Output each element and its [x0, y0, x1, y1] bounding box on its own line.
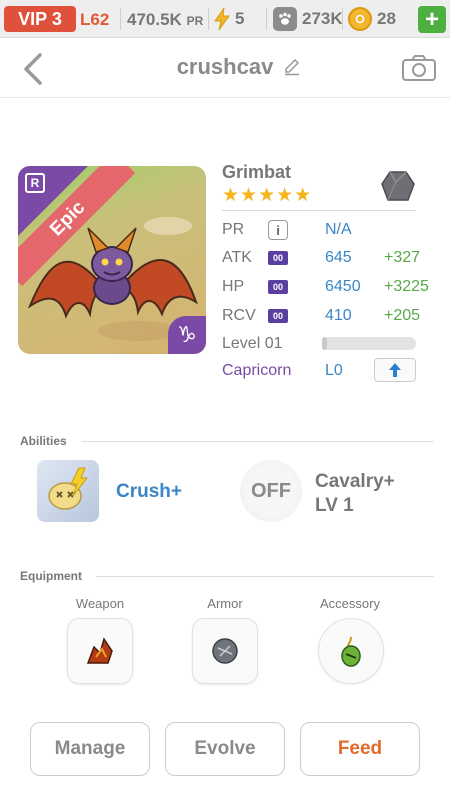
stat-tag: 00: [268, 251, 288, 265]
equipment-heading: Equipment: [20, 569, 82, 583]
player-level: L62: [80, 10, 110, 29]
rank-badge: R: [25, 173, 45, 193]
accessory-label: Accessory: [320, 596, 380, 611]
evolve-button[interactable]: Evolve: [165, 722, 285, 776]
weapon-label: Weapon: [75, 596, 125, 611]
stat-bonus: +327: [384, 249, 421, 266]
weapon-icon: [86, 637, 113, 664]
armor-slot[interactable]: [192, 618, 258, 684]
divider: [96, 576, 434, 577]
ability-name[interactable]: Crush+: [116, 481, 182, 503]
crush-ability-icon[interactable]: [37, 460, 99, 522]
ability-name-line: Cavalry+: [315, 471, 395, 492]
accessory-icon: [341, 636, 361, 667]
weapon-slot[interactable]: [67, 618, 133, 684]
monster-portrait[interactable]: Epic R ♑: [18, 166, 206, 354]
energy-counter[interactable]: 5: [213, 6, 263, 32]
divider: [208, 8, 209, 30]
accessory-slot[interactable]: [318, 618, 384, 684]
paw-icon: [273, 7, 297, 31]
stat-label: RCV: [222, 307, 256, 324]
pencil-icon[interactable]: [283, 58, 301, 76]
stat-tag: 00: [268, 309, 288, 323]
stat-row-hp: HP 00 6450 +3225: [222, 275, 432, 299]
ability-status: OFF: [251, 479, 291, 502]
power-value: 470.5K: [127, 10, 182, 29]
status-bar: VIP 3 L62 470.5K PR 5 273K 28 +: [0, 0, 450, 38]
cavalry-ability-icon[interactable]: OFF: [240, 460, 302, 522]
level-progress-fill: [322, 337, 327, 350]
paw-counter[interactable]: 273K: [273, 7, 343, 31]
stat-value: N/A: [325, 221, 352, 238]
armor-label: Armor: [207, 596, 243, 611]
stat-label: ATK: [222, 249, 252, 266]
add-currency-button[interactable]: +: [418, 6, 446, 33]
page-title: crushcav: [176, 54, 274, 79]
capricorn-icon: ♑: [168, 316, 206, 354]
coin-counter[interactable]: 28: [348, 7, 396, 31]
divider: [266, 8, 267, 30]
stat-value: 645: [325, 249, 352, 266]
abilities-heading: Abilities: [20, 434, 67, 448]
coin-icon: [348, 7, 372, 31]
coin-value: 28: [377, 9, 396, 28]
manage-button[interactable]: Manage: [30, 722, 150, 776]
ability-name[interactable]: Cavalry+ LV 1: [315, 470, 395, 518]
stat-value: 410: [325, 307, 352, 324]
divider: [222, 210, 416, 211]
camera-icon[interactable]: [401, 54, 437, 82]
stat-tag: 00: [268, 280, 288, 294]
divider: [82, 441, 434, 442]
stat-bonus: +205: [384, 307, 421, 324]
ability-level: LV 1: [315, 495, 354, 516]
divider: [342, 8, 343, 30]
divider: [120, 8, 121, 30]
zodiac-level: L0: [325, 362, 343, 379]
star-rating: ★★★★★: [222, 185, 313, 206]
energy-value: 5: [235, 9, 245, 28]
power-unit: PR: [186, 14, 204, 28]
stat-label: PR: [222, 221, 245, 238]
info-icon[interactable]: i: [268, 220, 288, 240]
stat-row-pr: PR i N/A: [222, 218, 432, 242]
feed-button[interactable]: Feed: [300, 722, 420, 776]
zodiac-name: Capricorn: [222, 362, 292, 379]
monster-name: Grimbat: [222, 162, 292, 182]
element-stone-icon[interactable]: [380, 168, 416, 204]
paw-value: 273K: [302, 9, 343, 28]
page-header: crushcav: [0, 38, 450, 98]
stat-value: 6450: [325, 278, 361, 295]
level-label: Level 01: [222, 335, 283, 352]
stat-row-atk: ATK 00 645 +327: [222, 246, 432, 270]
lightning-icon: [214, 7, 230, 31]
arrow-up-icon: [389, 363, 401, 377]
power-rating: 470.5K PR: [127, 10, 203, 30]
zodiac-upgrade-button[interactable]: [374, 358, 416, 382]
stat-label: HP: [222, 278, 245, 295]
stat-bonus: +3225: [384, 278, 429, 295]
level-progress-bar: [322, 337, 416, 350]
stat-row-rcv: RCV 00 410 +205: [222, 304, 432, 328]
vip-badge[interactable]: VIP 3: [4, 6, 76, 32]
armor-icon: [212, 638, 238, 664]
